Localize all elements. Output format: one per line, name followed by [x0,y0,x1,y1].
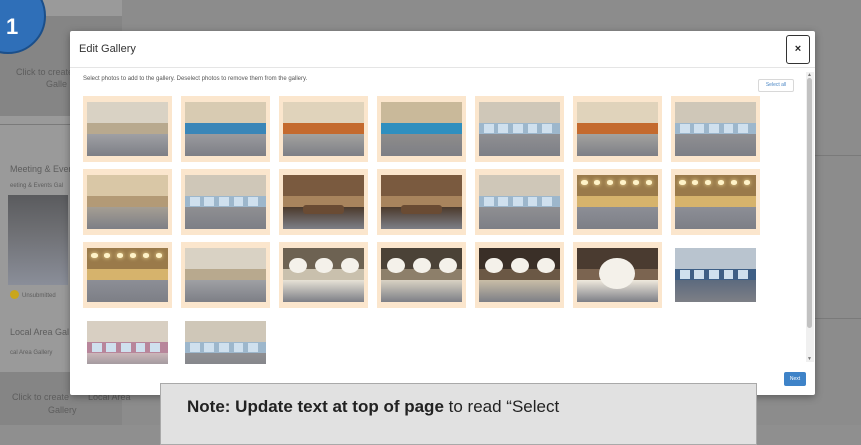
gallery-photo[interactable] [475,96,564,162]
photo-image [381,102,462,156]
close-button[interactable]: × [786,35,810,64]
photo-grid [83,96,773,364]
background-click-to-create-sub: Galle [46,79,68,89]
background-status-badge: Unsubmitted [22,293,56,299]
photo-image [675,175,756,229]
gallery-photo[interactable] [573,242,662,308]
photo-image [381,175,462,229]
photo-image [283,248,364,302]
gallery-photo[interactable] [83,242,172,308]
gallery-photo[interactable] [279,242,368,308]
gallery-photo[interactable] [279,169,368,235]
background-section-meeting: Meeting & Even [10,164,74,174]
gallery-photo[interactable] [377,169,466,235]
photo-image [87,248,168,302]
gallery-photo[interactable] [377,96,466,162]
photo-image [185,102,266,156]
photo-image [87,175,168,229]
background-click-to-create-2: Click to create [12,392,70,402]
photo-image [479,175,560,229]
photo-image [479,248,560,302]
photo-image [185,175,266,229]
select-all-button[interactable]: Select all [758,79,794,92]
gallery-photo[interactable] [83,96,172,162]
step-marker-number: 1 [6,14,19,39]
gallery-photo[interactable] [279,96,368,162]
background-section-local: Local Area Gal [10,327,70,337]
gallery-photo[interactable] [671,96,760,162]
instructions-text: Select photos to add to the gallery. Des… [83,76,308,82]
photo-image [577,102,658,156]
gallery-photo[interactable] [181,242,270,308]
gallery-photo[interactable] [83,169,172,235]
scrollbar[interactable]: ▲ ▼ [806,72,814,362]
modal-title: Edit Gallery [79,43,136,55]
background-section-local-sub: cal Area Gallery [10,350,53,356]
note-text: Note: Update text at top of page to read… [187,397,559,417]
photo-image [381,248,462,302]
scroll-thumb[interactable] [807,78,812,328]
gallery-photo[interactable] [671,169,760,235]
gallery-photo[interactable] [573,169,662,235]
photo-image [675,102,756,156]
gallery-photo[interactable] [671,242,760,308]
status-dot-icon [10,290,19,299]
background-click-to-create-2-sub: Gallery [48,405,77,415]
photo-image [185,248,266,302]
note-bold-text: Note: Update text at top of page [187,397,444,416]
annotation-note: Note: Update text at top of page to read… [160,383,757,445]
gallery-photo[interactable] [475,169,564,235]
gallery-photo[interactable] [475,242,564,308]
photo-image [283,102,364,156]
photo-image [283,175,364,229]
note-rest-text: to read “Select [443,397,560,416]
photo-image [577,248,658,302]
gallery-photo[interactable] [573,96,662,162]
photo-image [87,321,168,364]
modal-header: Edit Gallery × [70,31,815,68]
photo-image [577,175,658,229]
background-section-meeting-sub: eeting & Events Gal [10,183,64,189]
gallery-photo[interactable] [377,242,466,308]
gallery-photo[interactable] [181,96,270,162]
photo-image [479,102,560,156]
scroll-down-icon[interactable]: ▼ [807,356,812,362]
gallery-photo[interactable] [83,315,172,364]
edit-gallery-modal: Edit Gallery × Select photos to add to t… [70,31,815,395]
background-photo [8,195,68,285]
gallery-photo[interactable] [181,169,270,235]
next-button[interactable]: Next [784,372,806,386]
background-click-to-create: Click to create [16,67,74,77]
gallery-photo[interactable] [181,315,270,364]
photo-image [87,102,168,156]
photo-image [185,321,266,364]
photo-image [675,248,756,302]
